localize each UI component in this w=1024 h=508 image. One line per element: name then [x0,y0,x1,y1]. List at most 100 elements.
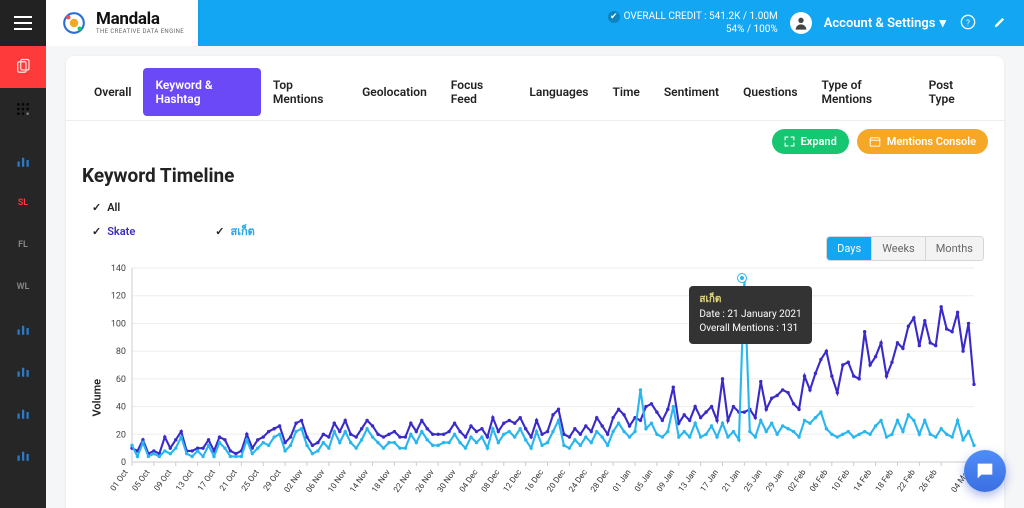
svg-text:100: 100 [111,319,126,329]
sidebar-wl[interactable]: WL [0,266,46,308]
tab-top-mentions[interactable]: Top Mentions [261,68,350,116]
help-button[interactable]: ? [958,14,978,33]
sidebar-chart-1[interactable] [0,140,46,182]
tab-sentiment[interactable]: Sentiment [652,75,731,109]
brand-logo[interactable]: Mandala THE CREATIVE DATA ENGINE [46,0,198,46]
svg-text:25 Oct: 25 Oct [240,468,262,494]
granularity-days[interactable]: Days [827,237,871,260]
svg-text:08 Dec: 08 Dec [480,467,503,494]
svg-text:17 Oct: 17 Oct [196,468,218,494]
tab-post-type[interactable]: Post Type [917,68,988,116]
account-settings-dropdown[interactable]: Account & Settings ▾ [824,16,946,31]
granularity-weeks[interactable]: Weeks [871,237,925,260]
svg-text:09 Oct: 09 Oct [152,468,174,494]
granularity-toggle: Days Weeks Months [826,236,984,261]
check-icon [92,225,101,238]
tab-languages[interactable]: Languages [517,75,600,109]
tab-focus-feed[interactable]: Focus Feed [439,68,518,116]
sidebar-chart-4[interactable] [0,392,46,434]
check-icon [215,225,224,238]
svg-text:21 Oct: 21 Oct [218,468,240,494]
svg-text:18 Feb: 18 Feb [874,468,897,494]
tab-questions[interactable]: Questions [731,75,809,109]
console-icon [869,136,881,148]
credit-badge[interactable]: OVERALL CREDIT : 541.2K / 1.00M 54% / 10… [608,10,778,37]
chart[interactable]: Volume 02040608010012014001 Oct05 Oct09 … [94,262,980,508]
brand-name: Mandala [96,11,184,28]
chart-icon [16,154,31,169]
expand-button[interactable]: Expand [772,129,849,154]
sidebar-chart-2[interactable] [0,308,46,350]
avatar-icon [793,15,809,31]
svg-text:80: 80 [116,347,126,357]
svg-text:140: 140 [111,264,126,274]
svg-text:26 Nov: 26 Nov [414,468,437,495]
header-right: OVERALL CREDIT : 541.2K / 1.00M 54% / 10… [608,10,1024,37]
left-sidebar: SL FL WL [0,46,46,508]
check-icon [92,201,101,214]
svg-text:21 Jan: 21 Jan [720,468,742,494]
chart-icon [16,448,31,463]
user-avatar[interactable] [790,12,812,34]
svg-text:29 Oct: 29 Oct [262,468,284,494]
chat-icon [974,460,996,482]
svg-text:12 Dec: 12 Dec [501,467,524,494]
action-row: Expand Mentions Console [66,121,1004,154]
svg-text:40: 40 [116,403,126,413]
svg-text:13 Oct: 13 Oct [174,468,196,494]
legend-skate[interactable]: Skate [92,222,135,240]
brand-tagline: THE CREATIVE DATA ENGINE [96,29,184,35]
svg-text:13 Jan: 13 Jan [677,468,699,494]
top-header: Mandala THE CREATIVE DATA ENGINE OVERALL… [0,0,1024,46]
sidebar-copy[interactable] [0,46,46,88]
tab-time[interactable]: Time [600,75,651,109]
svg-text:09 Jan: 09 Jan [655,468,677,494]
sidebar-fl[interactable]: FL [0,224,46,266]
svg-text:22 Nov: 22 Nov [392,468,415,495]
tab-bar: Overall Keyword & Hashtag Top Mentions G… [66,56,1004,121]
svg-text:10 Feb: 10 Feb [830,468,853,494]
y-axis-title: Volume [90,379,103,417]
svg-text:18 Nov: 18 Nov [370,468,393,495]
chat-fab[interactable] [964,450,1006,492]
svg-text:14 Feb: 14 Feb [852,468,875,494]
svg-text:01 Jan: 01 Jan [611,468,633,494]
svg-text:06 Nov: 06 Nov [304,468,327,495]
svg-text:30 Nov: 30 Nov [436,468,459,495]
tab-type-of-mentions[interactable]: Type of Mentions [810,68,917,116]
tab-geolocation[interactable]: Geolocation [350,75,439,109]
svg-text:05 Jan: 05 Jan [633,468,655,494]
sidebar-chart-3[interactable] [0,350,46,392]
mentions-console-button[interactable]: Mentions Console [857,129,988,154]
tab-overall[interactable]: Overall [82,75,143,109]
credit-percent: 54% / 100% [608,23,778,36]
help-icon: ? [960,14,976,30]
svg-text:22 Feb: 22 Feb [895,468,918,494]
tab-keyword-hashtag[interactable]: Keyword & Hashtag [143,68,260,116]
svg-text:16 Dec: 16 Dec [523,467,546,494]
content-card: Overall Keyword & Hashtag Top Mentions G… [66,56,1004,508]
chart-canvas: 02040608010012014001 Oct05 Oct09 Oct13 O… [94,262,980,508]
legend-all[interactable]: All [92,201,120,214]
credit-summary: OVERALL CREDIT : 541.2K / 1.00M [608,10,778,24]
sidebar-sl[interactable]: SL [0,182,46,224]
legend-skate-th[interactable]: สเก็ต [215,222,255,240]
svg-text:120: 120 [111,292,126,302]
svg-text:29 Jan: 29 Jan [764,468,786,494]
mandala-logo-icon [60,9,88,37]
main-area: Overall Keyword & Hashtag Top Mentions G… [46,46,1024,508]
svg-text:05 Oct: 05 Oct [130,468,152,494]
expand-icon [784,136,795,147]
chart-icon [16,322,31,337]
svg-text:14 Nov: 14 Nov [348,468,371,495]
hamburger-icon [14,16,32,30]
sidebar-chart-5[interactable] [0,434,46,476]
hamburger-menu[interactable] [0,0,46,46]
sidebar-apps[interactable] [0,88,46,130]
granularity-months[interactable]: Months [925,237,983,260]
svg-text:60: 60 [116,375,126,385]
svg-text:04 Dec: 04 Dec [458,467,481,494]
svg-text:?: ? [966,18,970,27]
edit-button[interactable] [990,15,1010,32]
svg-text:02 Nov: 02 Nov [283,468,306,495]
